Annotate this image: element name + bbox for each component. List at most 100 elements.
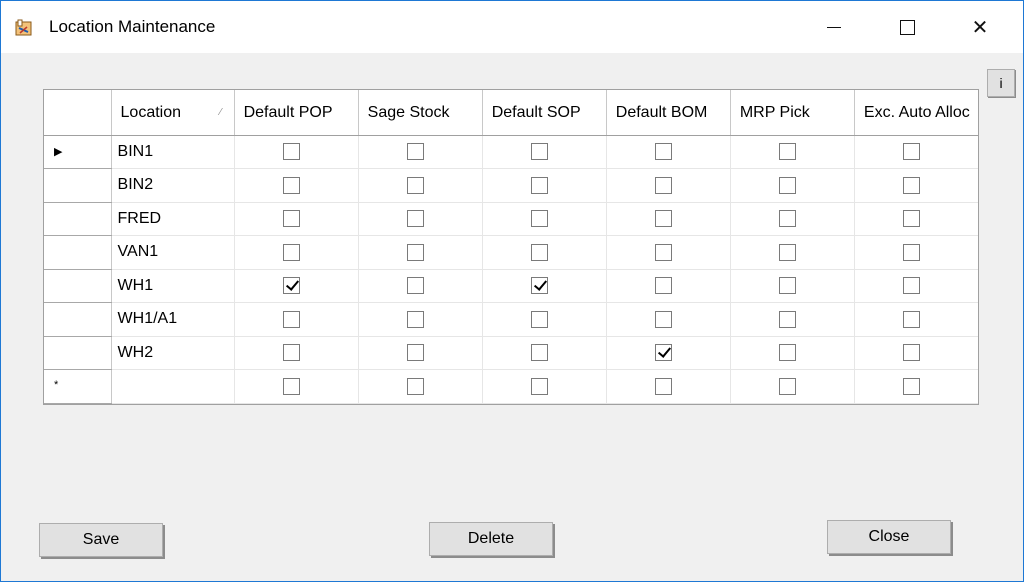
unchecked-checkbox[interactable] [654,210,672,228]
unchecked-checkbox[interactable] [778,176,796,194]
column-header-flag-6[interactable]: Exc. Auto Alloc [854,90,978,136]
location-cell[interactable]: VAN1 [111,235,235,270]
app-icon [15,19,33,37]
column-header-flag-3[interactable]: Default SOP [482,90,607,136]
unchecked-checkbox[interactable] [778,210,796,228]
location-cell[interactable] [111,369,235,404]
column-header-flag-1[interactable]: Default POP [234,90,359,136]
unchecked-checkbox[interactable] [406,176,424,194]
checked-checkbox[interactable] [530,277,548,295]
unchecked-checkbox[interactable] [282,377,300,395]
unchecked-checkbox[interactable] [530,243,548,261]
unchecked-checkbox[interactable] [406,243,424,261]
unchecked-checkbox[interactable] [282,143,300,161]
checked-checkbox[interactable] [282,277,300,295]
table-row[interactable]: BIN2 [44,168,978,203]
row-header[interactable]: * [44,369,112,404]
location-cell[interactable]: BIN2 [111,168,235,203]
window-title: Location Maintenance [49,17,216,36]
new-row-icon: * [54,379,59,391]
unchecked-checkbox[interactable] [282,210,300,228]
unchecked-checkbox[interactable] [530,377,548,395]
unchecked-checkbox[interactable] [902,243,920,261]
current-row-icon: ▶ [54,145,63,158]
table-row[interactable]: WH1 [44,269,978,303]
unchecked-checkbox[interactable] [778,377,796,395]
unchecked-checkbox[interactable] [902,176,920,194]
delete-button[interactable]: Delete [429,522,553,556]
unchecked-checkbox[interactable] [902,377,920,395]
unchecked-checkbox[interactable] [406,310,424,328]
flag-cell [606,269,731,303]
flag-cell [606,369,731,404]
grid-body: ▶ BIN1 BIN2 FRED VAN1 WH1 WH1/A1 WH2 * [44,135,978,404]
title-bar[interactable]: Location Maintenance ✕ [1,1,1023,53]
location-cell[interactable]: FRED [111,202,235,236]
row-header[interactable] [44,168,112,203]
table-row[interactable]: WH1/A1 [44,302,978,337]
row-header[interactable] [44,269,112,303]
unchecked-checkbox[interactable] [530,310,548,328]
close-button[interactable]: Close [827,520,951,554]
corner-header[interactable] [44,90,112,136]
location-cell[interactable]: WH2 [111,336,235,370]
table-row[interactable]: VAN1 [44,235,978,270]
minimize-button[interactable] [799,1,869,53]
checked-checkbox[interactable] [654,344,672,362]
table-row[interactable]: WH2 [44,336,978,370]
unchecked-checkbox[interactable] [654,277,672,295]
flag-cell [854,202,978,236]
unchecked-checkbox[interactable] [902,210,920,228]
unchecked-checkbox[interactable] [282,243,300,261]
unchecked-checkbox[interactable] [654,176,672,194]
unchecked-checkbox[interactable] [778,344,796,362]
unchecked-checkbox[interactable] [530,344,548,362]
unchecked-checkbox[interactable] [406,277,424,295]
flag-cell [730,235,855,270]
row-header[interactable] [44,336,112,370]
unchecked-checkbox[interactable] [778,243,796,261]
unchecked-checkbox[interactable] [654,243,672,261]
location-cell[interactable]: WH1/A1 [111,302,235,337]
table-row[interactable]: ▶ BIN1 [44,135,978,169]
save-button[interactable]: Save [39,523,163,557]
unchecked-checkbox[interactable] [654,377,672,395]
unchecked-checkbox[interactable] [282,344,300,362]
row-header[interactable]: ▶ [44,135,112,169]
unchecked-checkbox[interactable] [778,310,796,328]
unchecked-checkbox[interactable] [406,344,424,362]
flag-cell [482,269,607,303]
unchecked-checkbox[interactable] [902,310,920,328]
location-cell[interactable]: BIN1 [111,135,235,169]
column-header-flag-2[interactable]: Sage Stock [358,90,483,136]
unchecked-checkbox[interactable] [654,310,672,328]
info-button[interactable]: i [987,69,1015,97]
unchecked-checkbox[interactable] [282,176,300,194]
location-cell[interactable]: WH1 [111,269,235,303]
flag-cell [606,202,731,236]
column-header-flag-5[interactable]: MRP Pick [730,90,855,136]
unchecked-checkbox[interactable] [530,176,548,194]
table-row[interactable]: FRED [44,202,978,236]
column-header-flag-4[interactable]: Default BOM [606,90,731,136]
unchecked-checkbox[interactable] [282,310,300,328]
close-window-button[interactable]: ✕ [945,1,1015,53]
unchecked-checkbox[interactable] [530,210,548,228]
unchecked-checkbox[interactable] [530,143,548,161]
unchecked-checkbox[interactable] [654,143,672,161]
new-row[interactable]: * [44,369,978,404]
column-header-location[interactable]: Location ⁄ [111,90,235,136]
row-header[interactable] [44,302,112,337]
row-header[interactable] [44,235,112,270]
maximize-button[interactable] [872,1,942,53]
unchecked-checkbox[interactable] [902,344,920,362]
unchecked-checkbox[interactable] [406,210,424,228]
unchecked-checkbox[interactable] [406,143,424,161]
unchecked-checkbox[interactable] [778,143,796,161]
maximize-icon [899,19,915,35]
row-header[interactable] [44,202,112,236]
unchecked-checkbox[interactable] [406,377,424,395]
unchecked-checkbox[interactable] [902,143,920,161]
unchecked-checkbox[interactable] [902,277,920,295]
unchecked-checkbox[interactable] [778,277,796,295]
